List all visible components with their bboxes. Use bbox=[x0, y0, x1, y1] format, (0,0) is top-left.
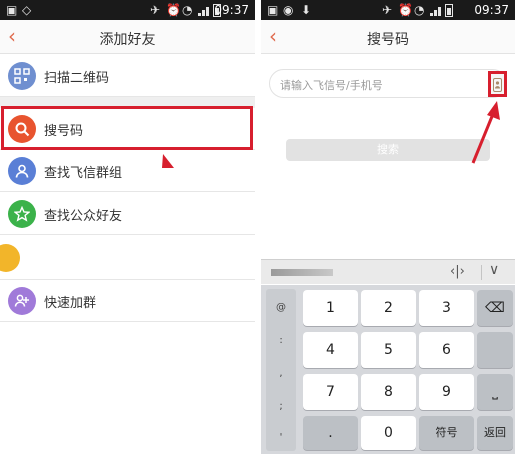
key-dot[interactable]: . bbox=[303, 416, 358, 450]
alarm-icon: ⏰ bbox=[398, 3, 413, 17]
search-input[interactable]: 请输入飞信号/手机号 bbox=[269, 69, 507, 98]
star-icon bbox=[8, 200, 36, 228]
find-group-item[interactable]: 查找飞信群组 bbox=[0, 150, 255, 192]
delete-key[interactable]: ⌫ bbox=[477, 290, 513, 326]
collapse-keyboard-icon[interactable]: ∨ bbox=[489, 262, 499, 278]
symbol-column: @ : , ; ' bbox=[266, 289, 296, 451]
search-number-screen: ▣ ◉ ⬇ ✈ ⏰ ◔ 09:37 ‹ 搜号码 请输入飞信号/手机号 搜索 ‹|… bbox=[261, 0, 515, 454]
symbols-key[interactable]: 符号 bbox=[419, 416, 474, 450]
contact-icon bbox=[0, 244, 20, 272]
numeric-keyboard: @ : , ; ' 1 2 3 ⌫ 4 5 6 7 8 9 ⎵ . 0 符号 返… bbox=[261, 285, 515, 454]
cursor-move-icon[interactable]: ‹|› bbox=[450, 264, 465, 279]
key-5[interactable]: 5 bbox=[361, 332, 416, 368]
scan-qr-label: 扫描二维码 bbox=[44, 71, 110, 86]
status-bar: ▣ ◇ ✈ ⏰ ◔ 09:37 bbox=[0, 0, 255, 20]
battery-icon bbox=[445, 4, 453, 17]
space-icon: ⎵ bbox=[492, 384, 498, 400]
keyboard-logo bbox=[271, 269, 333, 276]
settings-icon: ◇ bbox=[22, 3, 32, 17]
key-0[interactable]: 0 bbox=[361, 416, 416, 450]
phone-icon: ▣ bbox=[6, 3, 18, 17]
highlight-box bbox=[1, 106, 253, 150]
phone-icon: ▣ bbox=[267, 3, 279, 17]
wifi-icon: ◔ bbox=[414, 3, 425, 17]
return-key[interactable]: 返回 bbox=[477, 416, 513, 450]
key-4[interactable]: 4 bbox=[303, 332, 358, 368]
signal-icon bbox=[430, 5, 446, 16]
symbol-key[interactable]: @ bbox=[266, 302, 296, 313]
toolbar-divider bbox=[481, 265, 482, 280]
scan-qr-item[interactable]: 扫描二维码 bbox=[0, 55, 255, 97]
key-6[interactable]: 6 bbox=[419, 332, 474, 368]
key-9[interactable]: 9 bbox=[419, 374, 474, 410]
status-bar: ▣ ◉ ⬇ ✈ ⏰ ◔ 09:37 bbox=[261, 0, 515, 20]
symbol-key[interactable]: : bbox=[266, 335, 296, 346]
find-public-label: 查找公众好友 bbox=[44, 209, 123, 224]
space-key[interactable]: ⎵ bbox=[477, 374, 513, 410]
status-time: 09:37 bbox=[474, 3, 509, 17]
find-public-item[interactable]: 查找公众好友 bbox=[0, 193, 255, 235]
signal-icon bbox=[198, 5, 214, 16]
add-friend-screen: ▣ ◇ ✈ ⏰ ◔ 09:37 ‹ 添加好友 扫描二维码 搜号码 查找飞信群组 bbox=[0, 0, 255, 454]
key-2[interactable]: 2 bbox=[361, 290, 416, 326]
alarm-icon: ⏰ bbox=[166, 3, 181, 17]
group-icon bbox=[8, 157, 36, 185]
contacts-button[interactable] bbox=[488, 71, 507, 97]
status-time: 09:37 bbox=[214, 3, 249, 17]
page-title: 搜号码 bbox=[367, 32, 409, 48]
key-3[interactable]: 3 bbox=[419, 290, 474, 326]
symbol-key[interactable]: ; bbox=[266, 401, 296, 412]
symbol-key[interactable]: ' bbox=[266, 432, 296, 443]
quick-group-icon bbox=[8, 287, 36, 315]
key-7[interactable]: 7 bbox=[303, 374, 358, 410]
key-8[interactable]: 8 bbox=[361, 374, 416, 410]
silent-icon: ✈ bbox=[382, 3, 393, 17]
quick-group-item[interactable]: 快速加群 bbox=[0, 280, 255, 322]
symbol-key[interactable]: , bbox=[266, 368, 296, 379]
quick-group-label: 快速加群 bbox=[44, 296, 97, 311]
silent-icon: ✈ bbox=[150, 3, 161, 17]
blurred-item[interactable] bbox=[0, 236, 255, 280]
download-icon: ⬇ bbox=[301, 3, 312, 17]
settings-icon: ◉ bbox=[283, 3, 294, 17]
find-group-label: 查找飞信群组 bbox=[44, 166, 123, 181]
keyboard-toolbar: ‹|› ∨ bbox=[261, 259, 515, 284]
wifi-icon: ◔ bbox=[182, 3, 193, 17]
page-title: 添加好友 bbox=[99, 32, 156, 48]
key-1[interactable]: 1 bbox=[303, 290, 358, 326]
contact-book-icon bbox=[493, 78, 502, 92]
delete-icon: ⌫ bbox=[485, 300, 505, 316]
search-button[interactable]: 搜索 bbox=[286, 139, 490, 161]
nav-bar: ‹ 搜号码 bbox=[261, 20, 515, 54]
nav-bar: ‹ 添加好友 bbox=[0, 20, 255, 54]
blank-key[interactable] bbox=[477, 332, 513, 368]
qr-code-icon bbox=[8, 62, 36, 90]
